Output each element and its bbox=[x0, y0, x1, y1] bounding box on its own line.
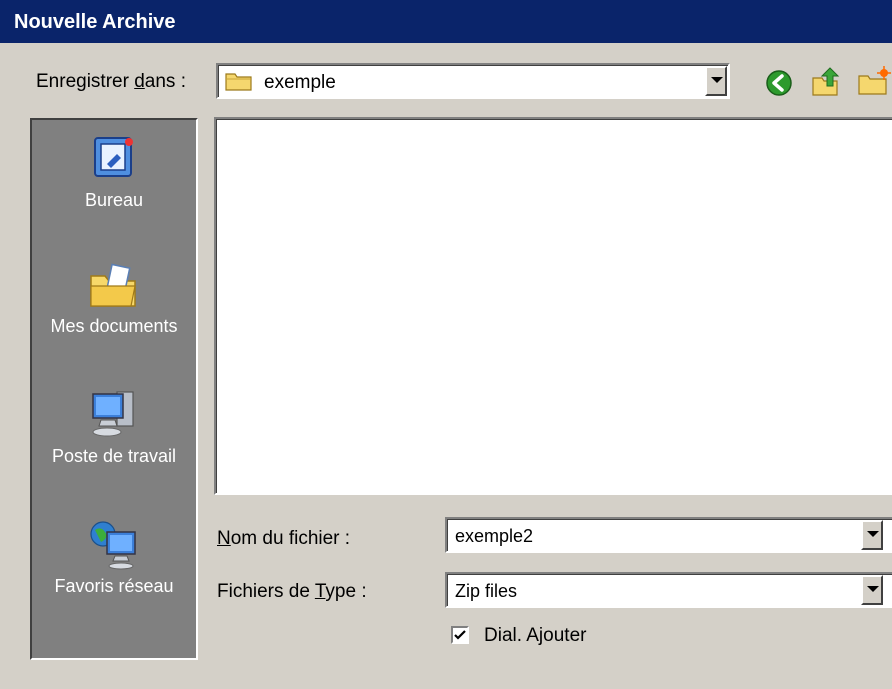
places-bar: Bureau Mes documents Poste de travail Fa… bbox=[30, 118, 198, 660]
filename-combobox[interactable]: exemple2 bbox=[445, 517, 892, 553]
place-my-documents[interactable]: Mes documents bbox=[32, 258, 196, 337]
network-places-icon bbox=[90, 521, 136, 570]
my-computer-icon bbox=[92, 391, 134, 437]
file-list[interactable] bbox=[214, 117, 892, 495]
place-desktop[interactable]: Bureau bbox=[32, 132, 196, 211]
window-title: Nouvelle Archive bbox=[14, 11, 176, 33]
save-in-label: Enregistrer dans : bbox=[36, 71, 186, 92]
place-label: Bureau bbox=[84, 190, 144, 210]
place-network[interactable]: Favoris réseau bbox=[32, 518, 196, 597]
place-my-computer[interactable]: Poste de travail bbox=[32, 388, 196, 467]
add-dialog-checkbox[interactable] bbox=[451, 626, 469, 644]
filetype-dropdown-button[interactable] bbox=[861, 575, 883, 605]
filename-dropdown-button[interactable] bbox=[861, 520, 883, 550]
save-in-dropdown[interactable]: exemple bbox=[216, 63, 730, 99]
folder-up-icon[interactable] bbox=[810, 64, 844, 98]
filetype-value: Zip files bbox=[455, 581, 518, 601]
back-icon[interactable] bbox=[764, 68, 794, 98]
place-label: Poste de travail bbox=[51, 446, 177, 466]
save-in-dropdown-button[interactable] bbox=[705, 66, 727, 96]
folder-icon bbox=[225, 73, 252, 91]
filename-label: Nom du fichier : bbox=[217, 528, 351, 549]
filetype-label: Fichiers de Type : bbox=[217, 581, 367, 602]
place-label: Mes documents bbox=[50, 316, 178, 336]
checkmark-icon bbox=[454, 630, 466, 640]
new-folder-icon[interactable] bbox=[856, 64, 892, 98]
my-documents-icon bbox=[90, 263, 136, 307]
filetype-dropdown[interactable]: Zip files bbox=[445, 572, 892, 608]
title-bar: Nouvelle Archive bbox=[0, 0, 892, 43]
place-label: Favoris réseau bbox=[54, 576, 174, 596]
desktop-icon bbox=[94, 137, 133, 177]
filename-input[interactable]: exemple2 bbox=[455, 526, 533, 547]
save-in-value: exemple bbox=[264, 72, 336, 93]
add-dialog-label[interactable]: Dial. Ajouter bbox=[484, 625, 586, 647]
